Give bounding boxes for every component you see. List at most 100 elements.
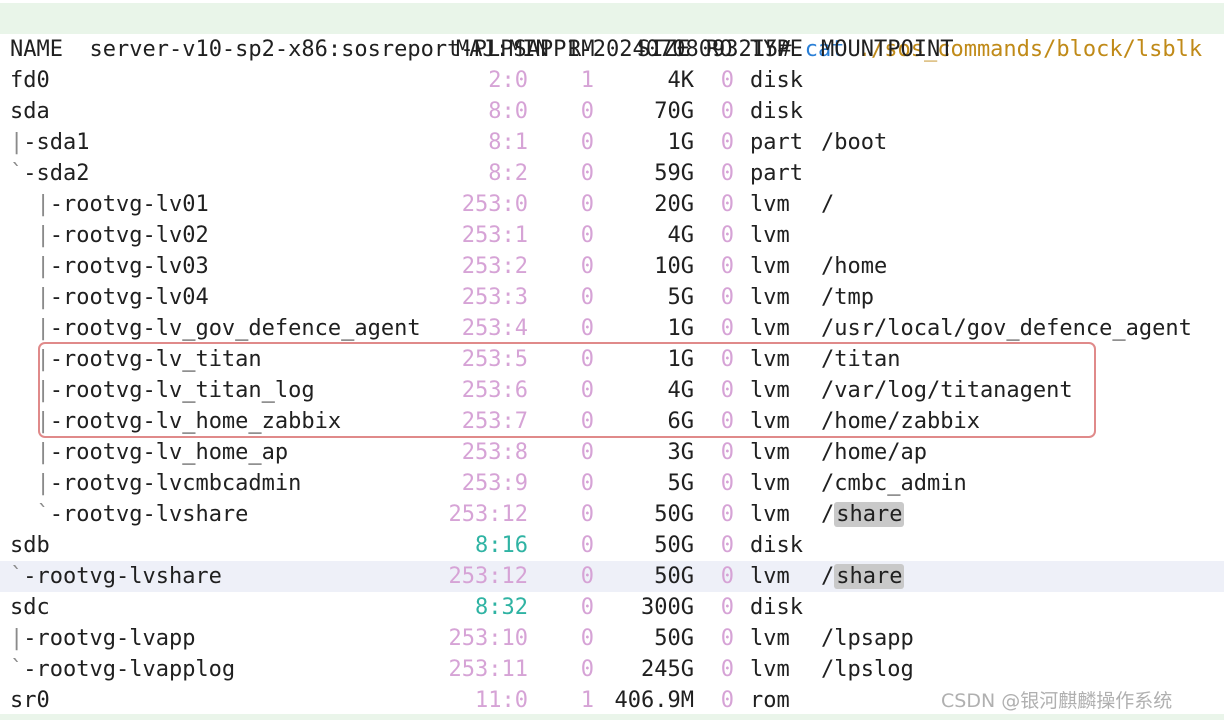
cell-rm: 1 [580, 688, 594, 713]
header-type: TYPE [750, 37, 803, 62]
cell-type: disk [750, 595, 803, 620]
cell-name: fd0 [10, 68, 50, 93]
cell-ro: 0 [720, 595, 734, 620]
cell-mountpoint: /var/log/titanagent [821, 378, 1073, 403]
cell-mountpoint: /titan [821, 347, 901, 372]
cell-majmin: 8:0 [488, 99, 528, 124]
table-row: |-rootvg-lv01 253:0 0 20G 0 lvm / [0, 189, 1224, 220]
cell-rm: 0 [580, 285, 594, 310]
cell-type: lvm [750, 440, 790, 465]
tree-branch: | [10, 130, 24, 155]
cell-rm: 0 [580, 502, 594, 527]
cell-size: 4G [667, 378, 695, 403]
cell-rm: 0 [580, 440, 594, 465]
cell-type: lvm [750, 285, 790, 310]
cell-mountpoint: /share [821, 564, 905, 589]
table-row: sdb 8:16 0 50G 0 disk [0, 530, 1224, 561]
cell-rm: 0 [580, 316, 594, 341]
cell-rm: 0 [580, 254, 594, 279]
cell-majmin: 253:4 [461, 316, 528, 341]
tree-branch: ` [10, 564, 24, 589]
cell-name: |-rootvg-lv_gov_defence_agent [36, 316, 421, 341]
cell-ro: 0 [720, 254, 734, 279]
cell-majmin: 253:0 [461, 192, 528, 217]
cell-size: 300G [641, 595, 694, 620]
cell-majmin: 8:32 [475, 595, 528, 620]
cell-type: lvm [750, 192, 790, 217]
table-row: |-rootvg-lv_home_zabbix 253:7 0 6G 0 lvm/home… [0, 406, 1224, 437]
cell-name: sr0 [10, 688, 50, 713]
cell-majmin: 253:9 [461, 471, 528, 496]
search-highlight: share [834, 502, 905, 527]
cell-size: 59G [654, 161, 694, 186]
watermark: CSDN @银河麒麟操作系统 [941, 690, 1173, 712]
prompt-line: server-v10-sp2-x86:sosreport-PLPSAPP1-20… [0, 3, 1224, 62]
cell-ro: 0 [720, 471, 734, 496]
cell-majmin: 8:16 [475, 533, 528, 558]
cell-size: 10G [654, 254, 694, 279]
table-row: |-rootvg-lvapp 253:10 0 50G 0 lvm/lpsapp [0, 623, 1224, 654]
cell-rm: 0 [580, 533, 594, 558]
cell-size: 4K [667, 68, 695, 93]
cell-majmin: 11:0 [475, 688, 528, 713]
cell-name: |-rootvg-lv_home_zabbix [36, 409, 342, 434]
cell-majmin: 253:10 [448, 626, 528, 651]
cell-size: 1G [667, 347, 695, 372]
cell-size: 3G [667, 440, 695, 465]
cell-rm: 0 [580, 347, 594, 372]
cell-type: disk [750, 68, 803, 93]
cell-size: 50G [654, 626, 694, 651]
table-row: |-rootvg-lvcmbcadmin 253:9 0 5G 0 lvm/cmbc_ad… [0, 468, 1224, 499]
cell-size: 5G [667, 285, 695, 310]
cell-ro: 0 [720, 502, 734, 527]
table-row: |-rootvg-lv_home_ap 253:8 0 3G 0 lvm/home/ap [0, 437, 1224, 468]
cell-rm: 0 [580, 161, 594, 186]
cell-type: lvm [750, 254, 790, 279]
terminal-window[interactable]: server-v10-sp2-x86:sosreport-PLPSAPP1-20… [0, 0, 1224, 720]
cell-majmin: 253:1 [461, 223, 528, 248]
cell-name: |-rootvg-lv_titan [36, 347, 262, 372]
cell-type: lvm [750, 502, 790, 527]
cell-name: sdb [10, 533, 50, 558]
tree-branch: | [36, 316, 50, 341]
table-row: sda 8:0 0 70G 0 disk [0, 96, 1224, 127]
cell-ro: 0 [720, 657, 734, 682]
table-row: |-rootvg-lv02 253:1 0 4G 0 lvm [0, 220, 1224, 251]
cell-rm: 0 [580, 409, 594, 434]
cell-size: 6G [667, 409, 695, 434]
tree-branch: | [36, 285, 50, 310]
cell-name: |-sda1 [10, 130, 90, 155]
cell-ro: 0 [720, 688, 734, 713]
search-highlight: share [834, 564, 905, 589]
cell-name: |-rootvg-lv02 [36, 223, 209, 248]
table-row: `-rootvg-lvapplog 253:11 0 245G 0 lvm/lpslog [0, 654, 1224, 685]
cell-type: lvm [750, 564, 790, 589]
cell-mountpoint: /usr/local/gov_defence_agent [821, 316, 1192, 341]
cell-majmin: 253:12 [448, 564, 528, 589]
tree-branch: | [36, 409, 50, 434]
cell-name: |-rootvg-lvcmbcadmin [36, 471, 302, 496]
cell-mountpoint: /home/ap [821, 440, 927, 465]
tree-branch: ` [10, 161, 24, 186]
cell-ro: 0 [720, 130, 734, 155]
tree-branch: | [36, 440, 50, 465]
cell-type: part [750, 130, 803, 155]
cell-type: lvm [750, 657, 790, 682]
cell-ro: 0 [720, 223, 734, 248]
cell-majmin: 253:12 [448, 502, 528, 527]
cell-ro: 0 [720, 68, 734, 93]
cell-ro: 0 [720, 626, 734, 651]
cell-name: |-rootvg-lv04 [36, 285, 209, 310]
cell-rm: 0 [580, 223, 594, 248]
cell-name: `-rootvg-lvshare [10, 564, 222, 589]
cell-name: `-sda2 [10, 161, 90, 186]
cell-rm: 0 [580, 99, 594, 124]
cell-majmin: 8:2 [488, 161, 528, 186]
cell-ro: 0 [720, 99, 734, 124]
table-row: fd0 2:0 1 4K 0 disk [0, 65, 1224, 96]
tree-branch: | [36, 347, 50, 372]
table-row: |-rootvg-lv_gov_defence_agent 253:4 0 1G 0 lv… [0, 313, 1224, 344]
cell-size: 1G [667, 316, 695, 341]
tree-branch: ` [10, 657, 24, 682]
cell-name: sdc [10, 595, 50, 620]
